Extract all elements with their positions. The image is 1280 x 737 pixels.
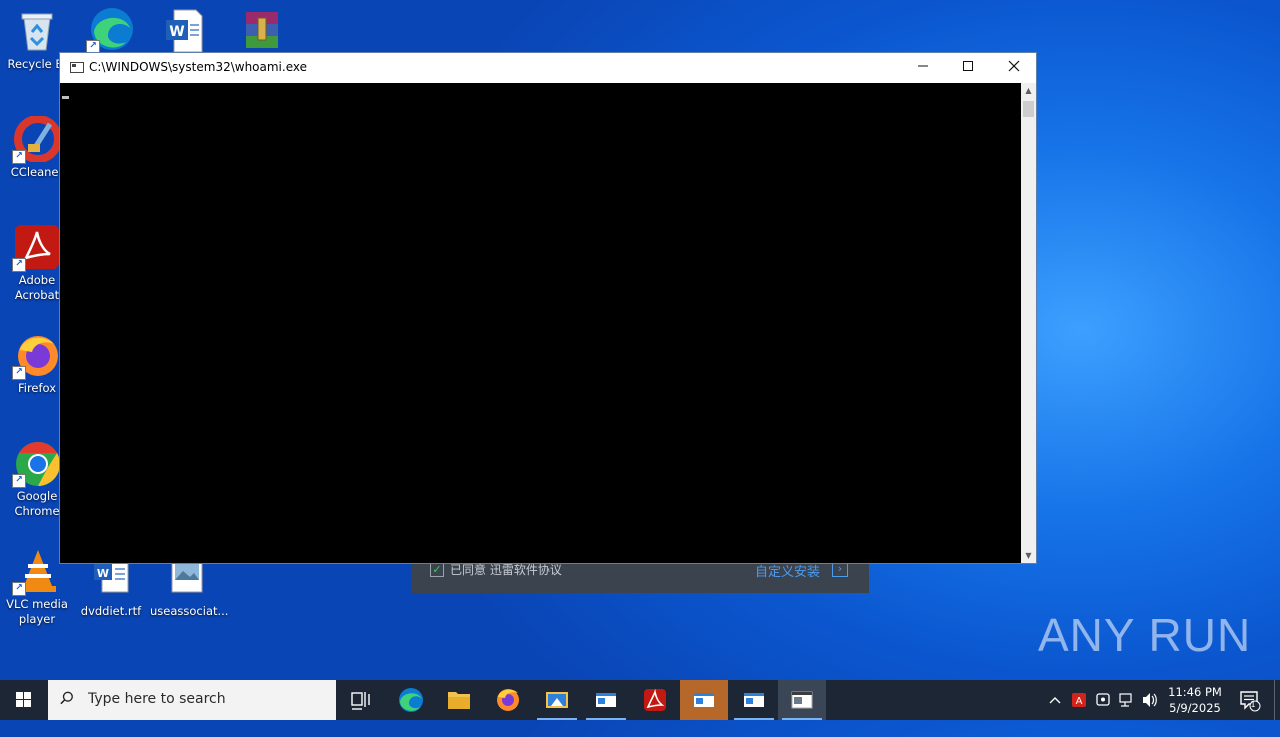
tray-network[interactable] <box>1118 680 1136 720</box>
shortcut-arrow-icon: ↗ <box>12 258 26 272</box>
task-view-button[interactable] <box>336 680 384 720</box>
shortcut-arrow-icon: ↗ <box>12 150 26 164</box>
tray-app[interactable] <box>1094 680 1112 720</box>
folder-icon <box>448 692 470 709</box>
installer-app-icon <box>546 692 568 708</box>
maximize-icon <box>963 61 973 71</box>
taskbar-clock[interactable]: 11:46 PM 5/9/2025 <box>1158 684 1232 716</box>
tray-volume[interactable] <box>1141 680 1159 720</box>
taskbar-edge[interactable] <box>387 680 435 720</box>
ccleaner-icon: ↗ <box>12 115 62 164</box>
close-icon <box>1008 60 1020 72</box>
acrobat-tray-icon: A <box>1072 693 1086 707</box>
taskbar-file-explorer[interactable] <box>435 680 483 720</box>
shortcut-arrow-icon: ↗ <box>12 474 26 488</box>
volume-icon <box>1143 693 1157 707</box>
show-hidden-icons-button[interactable] <box>1046 680 1064 720</box>
word-document-icon: W <box>162 8 208 54</box>
vlc-icon: ↗ <box>12 548 60 596</box>
notification-count: 1 <box>1250 700 1256 709</box>
desktop-icon-dvddiet-rtf[interactable]: W dvddiet.rtf <box>74 556 148 619</box>
edge-icon: ↗ <box>86 6 134 54</box>
svg-text:W: W <box>97 567 109 580</box>
desktop-icon-label: dvddiet.rtf <box>80 604 142 618</box>
window-app-icon <box>596 693 616 707</box>
taskbar: Type here to search A 11:46 PM 5/9/2025 … <box>0 680 1280 720</box>
console-window: C:\WINDOWS\system32\whoami.exe ▲ ▼ <box>59 52 1037 564</box>
windows-logo-icon <box>16 692 31 707</box>
desktop-icon-edge[interactable]: ↗ <box>74 6 148 54</box>
title-bar[interactable]: C:\WINDOWS\system32\whoami.exe <box>60 53 1036 83</box>
acrobat-icon <box>644 688 666 711</box>
taskbar-search-box[interactable]: Type here to search <box>48 680 336 720</box>
notification-center-button[interactable]: 1 <box>1234 680 1264 720</box>
shortcut-arrow-icon: ↗ <box>12 582 26 596</box>
text-cursor <box>62 96 69 99</box>
start-button[interactable] <box>0 680 48 720</box>
desktop-icon-useassociat[interactable]: useassociat... <box>150 556 229 619</box>
desktop-icon-label: useassociat... <box>150 604 229 618</box>
clock-time: 11:46 PM <box>1168 685 1222 699</box>
show-desktop-button[interactable] <box>1274 680 1280 720</box>
search-placeholder: Type here to search <box>88 691 226 707</box>
window-app-icon <box>744 693 764 707</box>
winrar-icon <box>238 8 284 54</box>
firefox-icon: ↗ <box>12 332 60 380</box>
adobe-acrobat-icon: ↗ <box>12 224 60 272</box>
network-icon <box>1119 693 1132 707</box>
desktop-icon-word-doc[interactable]: W <box>148 8 222 54</box>
minimize-icon <box>918 65 928 67</box>
firefox-icon <box>497 689 519 711</box>
tray-acrobat[interactable]: A <box>1070 680 1088 720</box>
edge-icon <box>399 688 423 712</box>
taskbar-acrobat[interactable] <box>631 680 679 720</box>
app-tray-icon <box>1096 693 1110 706</box>
close-button[interactable] <box>991 53 1037 83</box>
task-view-icon <box>351 692 370 710</box>
scrollbar-thumb[interactable] <box>1023 101 1034 117</box>
svg-text:A: A <box>1076 696 1083 707</box>
vertical-scrollbar[interactable]: ▲ ▼ <box>1021 83 1036 563</box>
chrome-icon: ↗ <box>12 440 60 488</box>
taskbar-installer-app[interactable] <box>533 680 581 720</box>
scroll-down-arrow-icon[interactable]: ▼ <box>1021 548 1036 563</box>
agree-checkbox[interactable]: ✓ <box>430 563 444 577</box>
window-title: C:\WINDOWS\system32\whoami.exe <box>89 60 307 74</box>
scroll-up-arrow-icon[interactable]: ▲ <box>1021 83 1036 98</box>
console-icon <box>791 691 813 709</box>
svg-text:W: W <box>169 24 184 40</box>
desktop-icon-winrar[interactable] <box>224 8 298 54</box>
taskbar-window-app[interactable] <box>582 680 630 720</box>
desktop-icon-label: VLC media player <box>0 597 74 627</box>
maximize-button[interactable] <box>945 53 991 83</box>
taskbar-window-app-2[interactable] <box>730 680 778 720</box>
console-output-area[interactable] <box>60 83 1021 563</box>
search-icon <box>60 691 73 705</box>
shortcut-arrow-icon: ↗ <box>12 366 26 380</box>
anyrun-watermark: ANY RUN <box>1038 609 1252 661</box>
chevron-up-icon <box>1049 697 1061 704</box>
clock-date: 5/9/2025 <box>1169 701 1221 715</box>
minimize-button[interactable] <box>900 53 946 83</box>
taskbar-console-window[interactable] <box>778 680 826 720</box>
label-line-1: VLC media <box>6 597 68 611</box>
recycle-bin-icon <box>14 8 60 54</box>
window-app-icon <box>694 693 714 707</box>
taskbar-firefox[interactable] <box>484 680 532 720</box>
console-app-icon[interactable] <box>70 62 84 73</box>
taskbar-window-app-highlighted[interactable] <box>680 680 728 720</box>
label-line-2: player <box>18 612 56 626</box>
